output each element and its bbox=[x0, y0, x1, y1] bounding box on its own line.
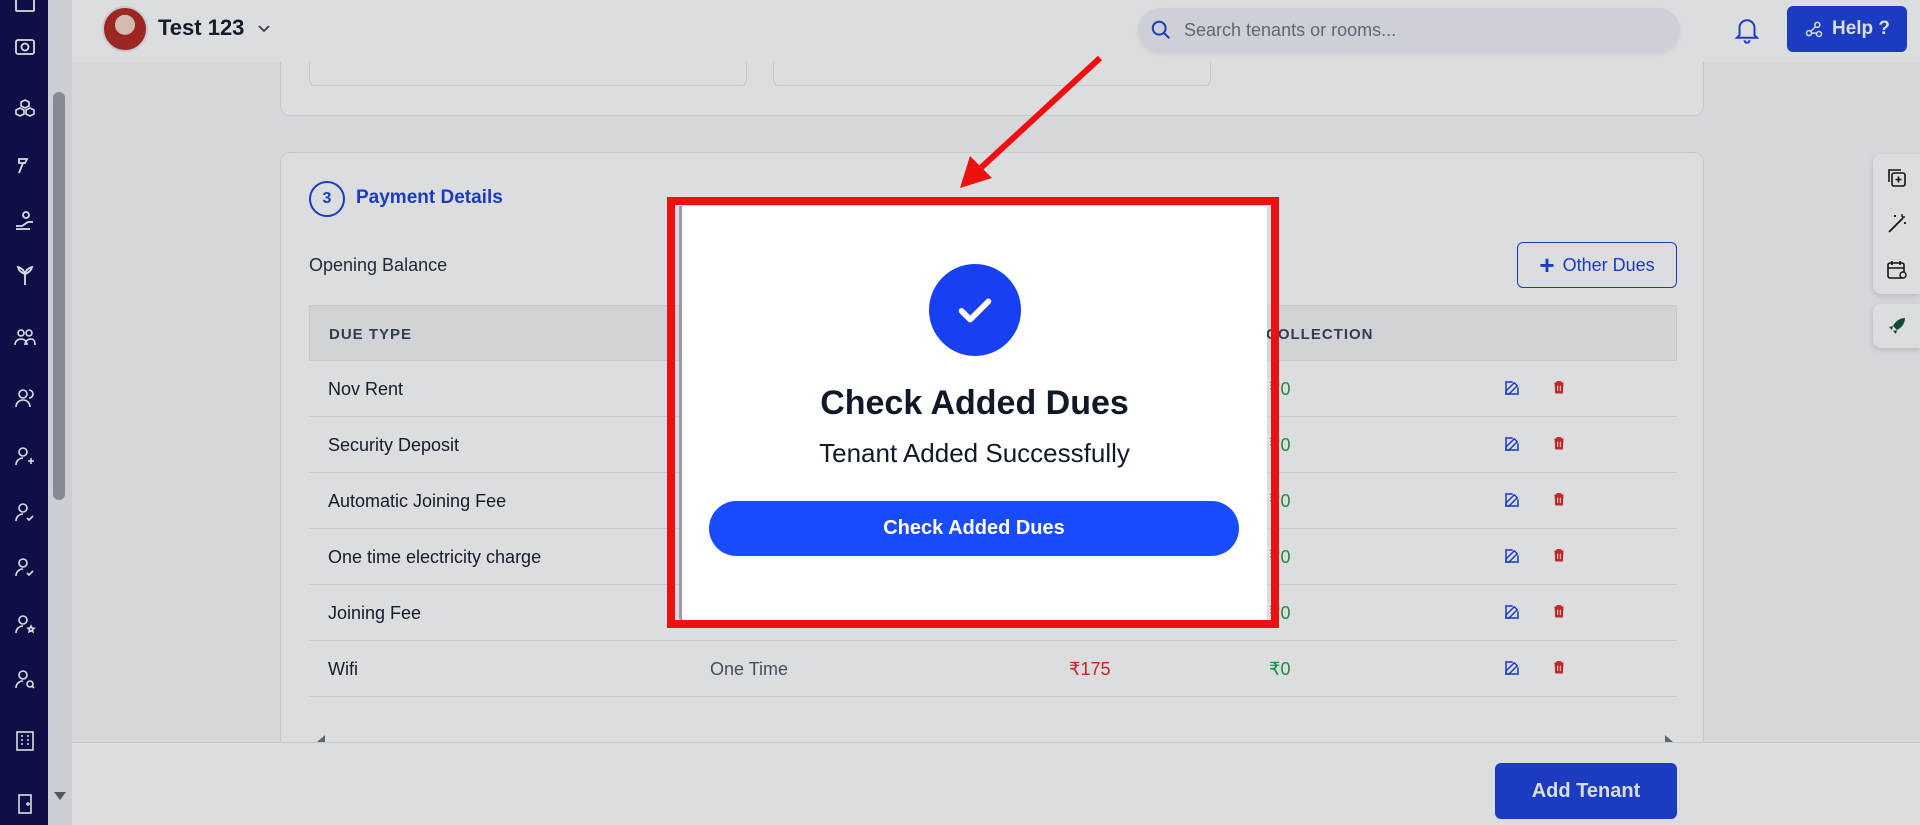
modal-title: Check Added Dues bbox=[820, 384, 1129, 422]
success-modal: Check Added Dues Tenant Added Successful… bbox=[682, 206, 1267, 620]
annotation-arrow bbox=[960, 55, 1103, 188]
success-check-icon bbox=[929, 264, 1021, 356]
modal-subtitle: Tenant Added Successfully bbox=[819, 438, 1130, 468]
check-added-dues-button[interactable]: Check Added Dues bbox=[709, 501, 1239, 556]
